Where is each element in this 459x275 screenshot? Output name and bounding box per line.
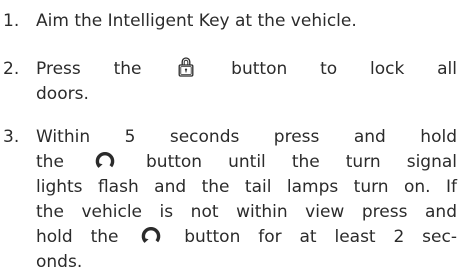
step-3-text: Within 5 seconds press and hold the butt… — [36, 125, 457, 275]
remote-start-button-icon — [94, 150, 116, 168]
step-2-line-1-end: button to lock all — [231, 59, 458, 79]
step-2-number: 2. — [3, 59, 20, 79]
step-3-line-4: the vehicle is not within view press and — [36, 202, 457, 222]
step-3-line-2-end: button until the turn signal — [146, 152, 457, 172]
step-1-number: 1. — [3, 11, 20, 31]
step-2-line-1-start: Press the — [36, 59, 142, 79]
step-1-text: Aim the Intelligent Key at the vehicle. — [36, 9, 457, 34]
step-3-number: 3. — [3, 127, 20, 147]
step-3-line-5-end: button for at least 2 sec- — [184, 227, 457, 247]
step-3-line-3: lights flash and the tail lamps turn on.… — [36, 177, 457, 197]
step-3-line-5: hold the button for at least 2 sec- — [36, 225, 457, 250]
step-2-line-1: Press the button to lock all — [36, 56, 458, 82]
remote-start-button-icon — [140, 225, 162, 243]
step-3-line-6: onds. — [36, 252, 83, 272]
step-1-line-1: Aim the Intelligent Key at the vehicle. — [36, 11, 357, 31]
step-3-line-2: the button until the turn signal — [36, 150, 457, 175]
step-2-line-2: doors. — [36, 84, 89, 104]
step-2-text: Press the button to lock all doors. — [36, 56, 458, 107]
step-3-line-1: Within 5 seconds press and hold — [36, 127, 457, 147]
step-3-line-2-start: the — [36, 152, 64, 172]
lock-button-icon — [178, 56, 194, 77]
step-3-line-5-start: hold the — [36, 227, 119, 247]
